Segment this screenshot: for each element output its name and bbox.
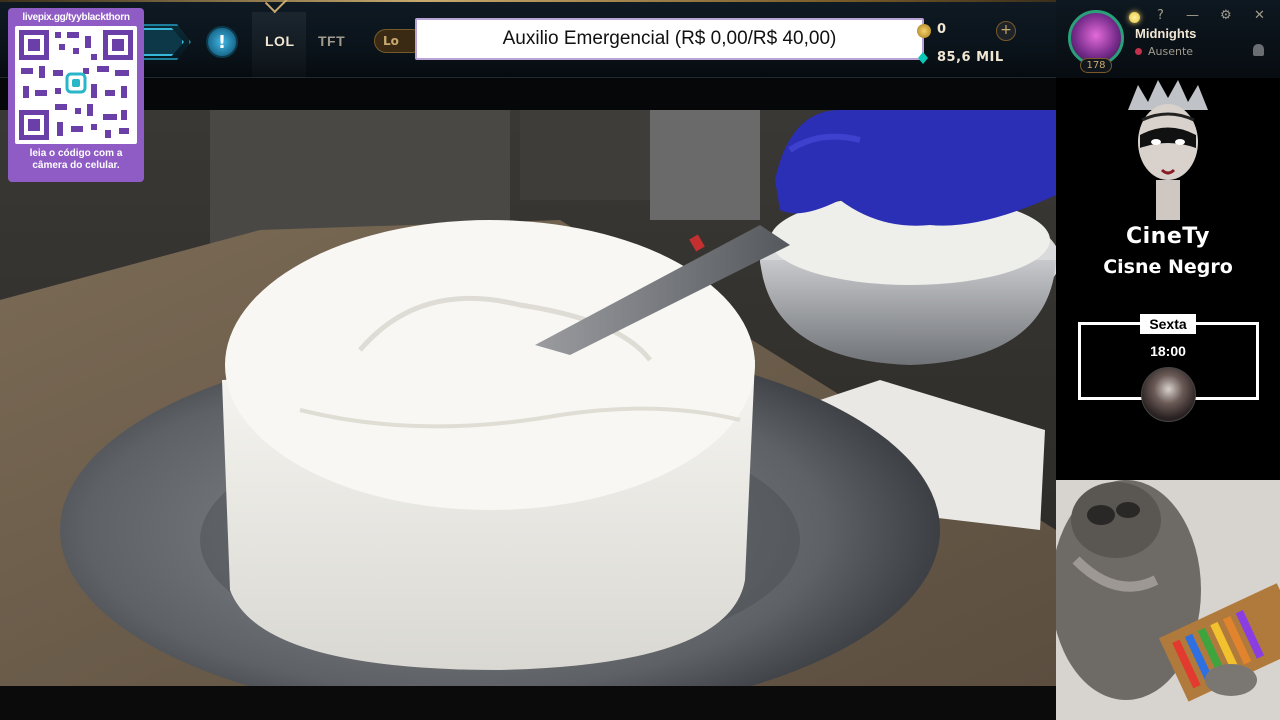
- webcam-feed: [1056, 480, 1280, 720]
- tab-tft[interactable]: TFT: [318, 33, 345, 49]
- schedule-title: CineTy: [1125, 224, 1210, 249]
- sun-icon: [1129, 12, 1140, 23]
- schedule-subtitle: Cisne Negro: [1103, 256, 1233, 278]
- qr-code: [15, 26, 137, 144]
- riot-points-value: 0: [937, 22, 947, 37]
- alert-glyph: !: [217, 31, 227, 53]
- status-text[interactable]: Ausente: [1148, 45, 1193, 58]
- livepix-url: livepix.gg/tyyblackthorn: [22, 12, 130, 23]
- host-avatar: [1141, 367, 1196, 422]
- donation-goal-banner: Auxilio Emergencial (R$ 0,00/R$ 40,00): [415, 18, 924, 60]
- top-secondary-strip: [0, 78, 1056, 110]
- bell-icon[interactable]: [1253, 44, 1264, 56]
- top-gold-border: [0, 0, 1056, 2]
- movie-poster-image: [1128, 80, 1208, 220]
- plus-icon: +: [1000, 22, 1012, 38]
- livepix-qr-card[interactable]: livepix.gg/tyyblackthorn leia o código c…: [8, 8, 144, 182]
- status-dot: [1135, 48, 1142, 55]
- qr-code-graphic: [19, 30, 133, 140]
- donation-goal-text: Auxilio Emergencial (R$ 0,00/R$ 40,00): [502, 28, 837, 49]
- livepix-caption-line1: leia o código com a: [29, 148, 123, 159]
- close-button[interactable]: ✕: [1254, 8, 1265, 23]
- video-bottom-bar: [0, 686, 1056, 720]
- stream-video: [0, 110, 1056, 686]
- video-frame: [0, 110, 1056, 686]
- tab-lol[interactable]: LOL: [265, 33, 295, 49]
- blue-essence-value: 85,6 MIL: [937, 50, 1004, 65]
- alert-circle-icon[interactable]: !: [206, 26, 238, 58]
- schedule-time: 18:00: [1150, 343, 1186, 359]
- livepix-caption-line2: câmera do celular.: [32, 160, 120, 171]
- loot-pill-label: Lo: [383, 34, 399, 48]
- add-currency-button[interactable]: +: [996, 21, 1016, 41]
- schedule-day: Sexta: [1140, 314, 1196, 334]
- username[interactable]: Midnights: [1135, 26, 1196, 41]
- gear-icon[interactable]: ⚙: [1220, 8, 1232, 23]
- help-button[interactable]: ?: [1157, 8, 1164, 23]
- level-badge: 178: [1080, 58, 1112, 73]
- minimize-button[interactable]: —: [1186, 8, 1199, 23]
- livepix-caption: leia o código com a câmera do celular.: [14, 148, 138, 172]
- webcam-image: [1056, 480, 1280, 720]
- riot-points-icon: [917, 24, 931, 38]
